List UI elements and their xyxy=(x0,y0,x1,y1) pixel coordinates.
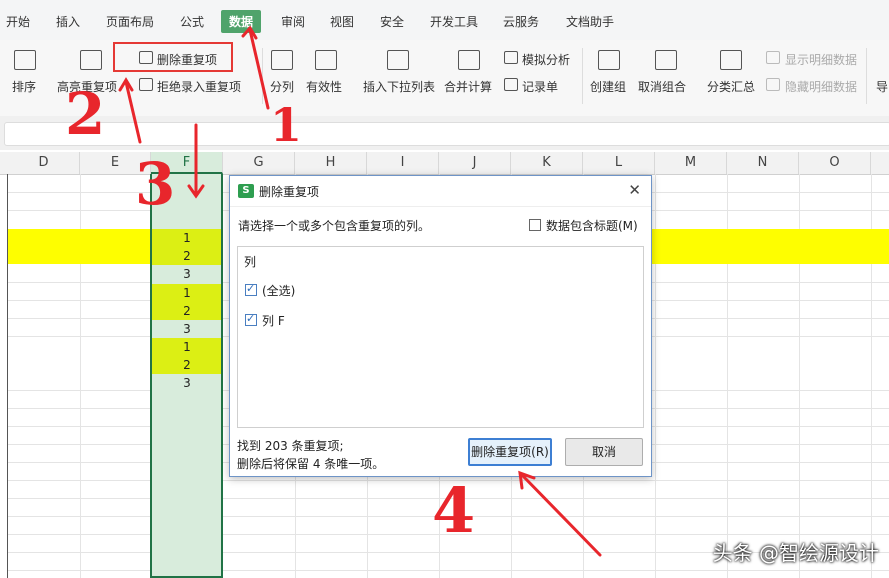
watermark: 头条 @智绘源设计 xyxy=(712,541,879,565)
annotation-step-1: 1 xyxy=(270,98,303,152)
arrow-to-data-tab xyxy=(248,28,270,110)
annotation-step-3: 3 xyxy=(135,150,176,218)
arrow-to-confirm-button xyxy=(520,473,602,557)
annotation-step-2: 2 xyxy=(65,80,106,148)
annotation-step-4: 4 xyxy=(432,474,476,547)
